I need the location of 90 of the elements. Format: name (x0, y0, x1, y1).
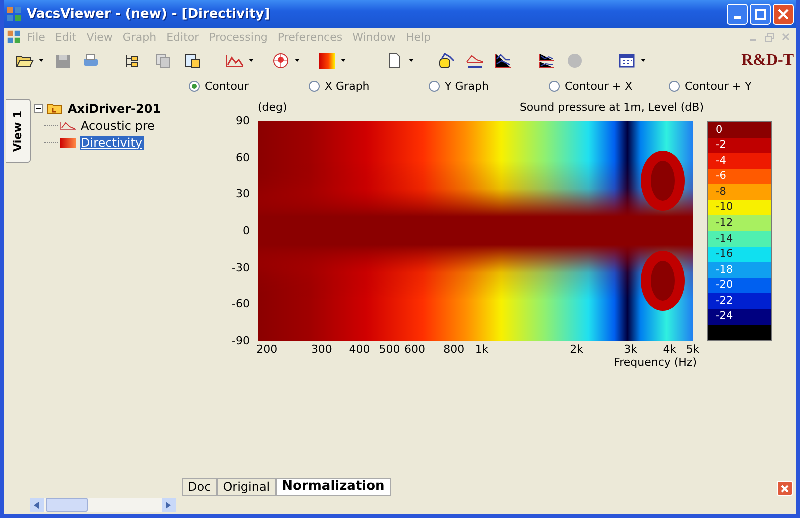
target-icon[interactable] (272, 52, 290, 68)
caret-icon[interactable] (295, 59, 300, 62)
y-tick-label: -60 (232, 298, 250, 311)
view-radio-button[interactable]: Contour (189, 80, 309, 92)
line-graph-icon (60, 120, 76, 130)
scrollbar-thumb[interactable] (46, 498, 88, 512)
scale-label: 0 (716, 124, 723, 136)
scale-label: -24 (716, 311, 734, 322)
caret-icon[interactable] (249, 59, 254, 62)
scale-label: -2 (716, 140, 726, 151)
y-tick-label: 0 (243, 224, 250, 238)
document-logo-icon (7, 30, 21, 44)
view-radio-button[interactable]: Y Graph (429, 80, 549, 92)
horizontal-scrollbar[interactable] (30, 498, 176, 512)
graph-formula-icon[interactable] (466, 52, 484, 68)
close-icon (778, 8, 789, 20)
y-tick-label: 90 (236, 114, 250, 128)
radio-dot-icon[interactable] (309, 80, 320, 92)
calendar-icon[interactable] (618, 52, 636, 68)
scale-label: -4 (716, 156, 726, 166)
heatmap-icon[interactable] (318, 52, 336, 68)
tree-item[interactable]: AxiDriver-201 (67, 102, 162, 116)
x-tick-label: 1k (475, 343, 489, 356)
scale-label: -16 (716, 249, 734, 260)
radio-dot-icon[interactable] (189, 80, 200, 92)
radio-dot-icon[interactable] (669, 80, 680, 92)
printer-icon[interactable] (82, 52, 100, 68)
view-radio-button[interactable]: Contour + Y (669, 80, 789, 92)
view-radio-button[interactable]: Contour + X (549, 80, 669, 92)
axis-unit-label: (deg) (258, 101, 288, 116)
x-tick-label: 600 (404, 343, 426, 356)
view-radio-button[interactable]: X Graph (309, 80, 429, 92)
scale-label: -6 (716, 171, 726, 182)
radio-dot-icon[interactable] (429, 80, 440, 92)
x-tick-label: 4k (663, 343, 677, 356)
caret-icon[interactable] (341, 59, 346, 62)
x-tick-label: 2k (570, 343, 584, 356)
sheet-tab[interactable]: Original (217, 478, 276, 496)
maximize-button[interactable] (750, 4, 771, 24)
heatmap-icon (60, 138, 76, 148)
graph-stack-icon[interactable] (538, 52, 556, 68)
scale-label: -10 (716, 202, 734, 213)
scale-label: -12 (716, 218, 734, 228)
x-tick-label: 5k (686, 343, 700, 356)
x-tick-label: 200 (256, 343, 278, 356)
copy-icon[interactable] (154, 52, 172, 68)
clipboard-icon[interactable] (184, 52, 202, 68)
sheet-tab[interactable]: Doc (182, 478, 218, 496)
y-tick-label: 30 (236, 188, 250, 201)
caret-icon[interactable] (39, 59, 44, 62)
scale-label: -22 (716, 296, 734, 306)
brand-logo-text: R&D-T (742, 52, 794, 70)
x-tick-label: 500 (379, 343, 400, 356)
scale-label: -20 (716, 280, 734, 291)
line-graph-icon[interactable] (226, 52, 244, 68)
collapse-toggle-icon[interactable] (34, 104, 43, 113)
x-tick-label: 3k (624, 343, 638, 356)
window-title: VacsViewer - (new) - [Directivity] (27, 6, 270, 22)
scale-label: -18 (716, 264, 734, 276)
tree-item[interactable]: Directivity (80, 136, 144, 150)
app-logo-icon (6, 6, 22, 22)
x-tick-label: 400 (349, 343, 370, 356)
close-icon (781, 484, 789, 492)
minimize-button[interactable] (727, 4, 748, 24)
scale-label: -14 (716, 234, 734, 244)
x-axis-title: Frequency (Hz) (613, 356, 697, 369)
caret-icon[interactable] (409, 59, 414, 62)
chart-title: Sound pressure at 1m, Level (dB) (520, 101, 704, 116)
graph-lines-icon[interactable] (494, 52, 512, 68)
tree-item[interactable]: Acoustic pre (80, 118, 156, 132)
scroll-left-icon[interactable] (30, 498, 44, 512)
y-tick-label: 60 (236, 151, 250, 164)
close-button[interactable] (777, 481, 793, 496)
y-tick-label: -30 (232, 261, 250, 274)
radio-dot-icon[interactable] (549, 80, 560, 92)
caret-icon[interactable] (641, 59, 646, 62)
sheet-tab[interactable]: Normalization (276, 478, 391, 496)
contour-lobe (641, 251, 685, 311)
folder-icon (47, 102, 63, 115)
close-button[interactable] (773, 4, 794, 24)
y-tick-label: -90 (232, 334, 250, 348)
side-tab[interactable]: View 1 (6, 99, 31, 163)
scale-label: -8 (716, 186, 726, 198)
scroll-right-icon[interactable] (162, 498, 176, 512)
scale-band (708, 324, 771, 340)
maximize-icon (755, 8, 766, 20)
contour-lobe (641, 151, 685, 211)
x-tick-label: 300 (311, 343, 332, 356)
minimize-icon (734, 16, 741, 18)
x-tick-label: 800 (444, 343, 465, 356)
